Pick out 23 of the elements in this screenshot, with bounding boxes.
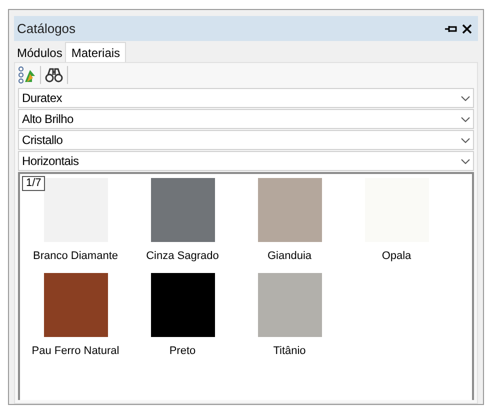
chevron-down-icon [461,116,470,122]
page-indicator: 1/7 [22,176,46,191]
material-name: Pau Ferro Natural [32,344,120,358]
tab[interactable]: Módulos [14,44,66,62]
chevron-down-icon [461,96,470,100]
close-icon[interactable] [462,24,472,34]
material-name: Titânio [273,344,306,358]
tab[interactable]: Materiais [65,42,126,62]
material-name: Gianduia [267,249,312,264]
dropdown-field[interactable]: Horizontais [18,151,474,171]
material-name: Preto [169,344,196,358]
material-name: Branco Diamante [33,249,118,264]
material-name: Opala [382,249,412,264]
refresh-icon[interactable] [18,66,36,84]
dropdown-field[interactable]: Alto Brilho [18,109,474,129]
dropdown-field[interactable]: Duratex [18,88,474,108]
pin-icon[interactable] [445,24,457,34]
chevron-down-icon [461,158,470,164]
chevron-down-icon [461,138,470,142]
binoculars-icon[interactable] [45,67,63,83]
window-title: Catálogos [17,20,76,38]
dropdown-field[interactable]: Cristallo [18,130,474,150]
material-name: Cinza Sagrado [146,249,219,264]
